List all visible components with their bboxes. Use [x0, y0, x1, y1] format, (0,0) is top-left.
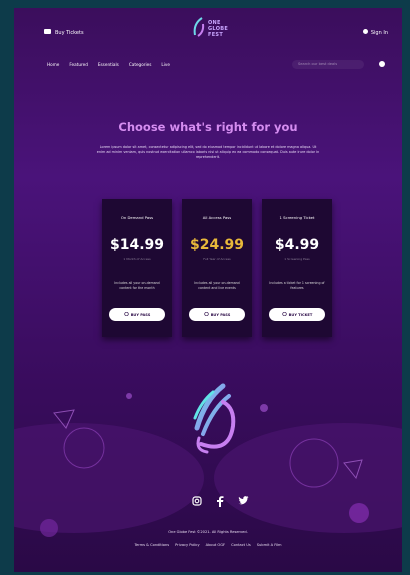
top-bar: Buy Tickets ONE GLOBE FEST Sign In [14, 8, 402, 56]
footer-link-privacy[interactable]: Privacy Policy [175, 543, 200, 547]
search-input[interactable]: Search our best deals [292, 60, 364, 69]
plan-title: All Access Pass [202, 215, 232, 220]
theme-toggle-icon[interactable] [379, 61, 385, 67]
footer-link-contact[interactable]: Contact Us [231, 543, 251, 547]
plan-title: 1 Screening Ticket [279, 215, 315, 220]
plan-card-on-demand: On Demand Pass $14.99 1 Month of Access … [102, 199, 172, 337]
plan-card-all-access: All Access Pass $24.99 Full Year of Acce… [182, 199, 252, 337]
page-title: Choose what's right for you [118, 120, 298, 134]
plan-title: On Demand Pass [120, 215, 154, 220]
logo-wordmark: ONE GLOBE FEST [208, 20, 229, 38]
buy-tickets-label: Buy Tickets [55, 29, 84, 36]
plan-description: Includes a ticket for 1 screening of fea… [269, 281, 325, 290]
plan-card-screening: 1 Screening Ticket $4.99 1 Screening Pas… [262, 199, 332, 337]
plan-note: 1 Screening Pass [284, 257, 310, 261]
plan-description: Includes all your on-demand content and … [194, 281, 240, 290]
plan-price: $14.99 [109, 237, 165, 253]
buy-pass-button[interactable]: BUY PASS [109, 308, 165, 321]
footer-logo-icon [185, 378, 241, 462]
plan-price: $4.99 [274, 237, 320, 253]
footer-link-terms[interactable]: Terms & Conditions [134, 543, 169, 547]
facebook-icon[interactable] [216, 496, 224, 510]
globe-logo-icon [192, 16, 206, 42]
nav-item-home[interactable]: Home [47, 62, 59, 67]
site-logo[interactable]: ONE GLOBE FEST [192, 16, 228, 42]
footer-links: Terms & Conditions Privacy Policy About … [14, 543, 402, 547]
buy-ticket-button[interactable]: BUY TICKET [269, 308, 325, 321]
plan-description: Includes all your on-demand content for … [114, 281, 160, 290]
plan-note: Full Year of Access [203, 257, 231, 261]
cart-icon [282, 311, 287, 317]
nav-item-live[interactable]: Live [161, 62, 170, 67]
screenshot-frame: Buy Tickets ONE GLOBE FEST Sign In Home … [14, 8, 402, 572]
buy-pass-label: BUY PASS [210, 312, 231, 317]
main-nav: Home Featured Essentials Categories Live [47, 62, 170, 67]
user-icon [362, 29, 368, 36]
nav-item-categories[interactable]: Categories [129, 62, 152, 67]
buy-pass-button[interactable]: BUY PASS [189, 308, 245, 321]
twitter-icon[interactable] [238, 496, 249, 510]
sign-in-link[interactable]: Sign In [362, 29, 388, 36]
buy-tickets-link[interactable]: Buy Tickets [44, 29, 84, 36]
cart-icon [204, 311, 209, 317]
sign-in-label: Sign In [370, 29, 388, 36]
footer-link-about[interactable]: About OGF [206, 543, 225, 547]
cart-icon [124, 311, 129, 317]
footer-link-submit[interactable]: Submit A Film [257, 543, 282, 547]
buy-ticket-label: BUY TICKET [288, 312, 313, 317]
page-subtitle: Lorem ipsum dolor sit amet, consectetur … [96, 145, 320, 159]
copyright-text: One Globe Fest ©2021. All Rights Reserve… [168, 530, 248, 534]
social-links [192, 496, 249, 510]
nav-item-featured[interactable]: Featured [69, 62, 87, 67]
instagram-icon[interactable] [192, 496, 202, 510]
buy-pass-label: BUY PASS [130, 312, 151, 317]
page: Buy Tickets ONE GLOBE FEST Sign In Home … [14, 8, 402, 572]
nav-item-essentials[interactable]: Essentials [98, 62, 119, 67]
ticket-icon [44, 29, 51, 36]
plan-price: $24.99 [189, 237, 245, 253]
plan-note: 1 Month of Access [123, 257, 151, 261]
